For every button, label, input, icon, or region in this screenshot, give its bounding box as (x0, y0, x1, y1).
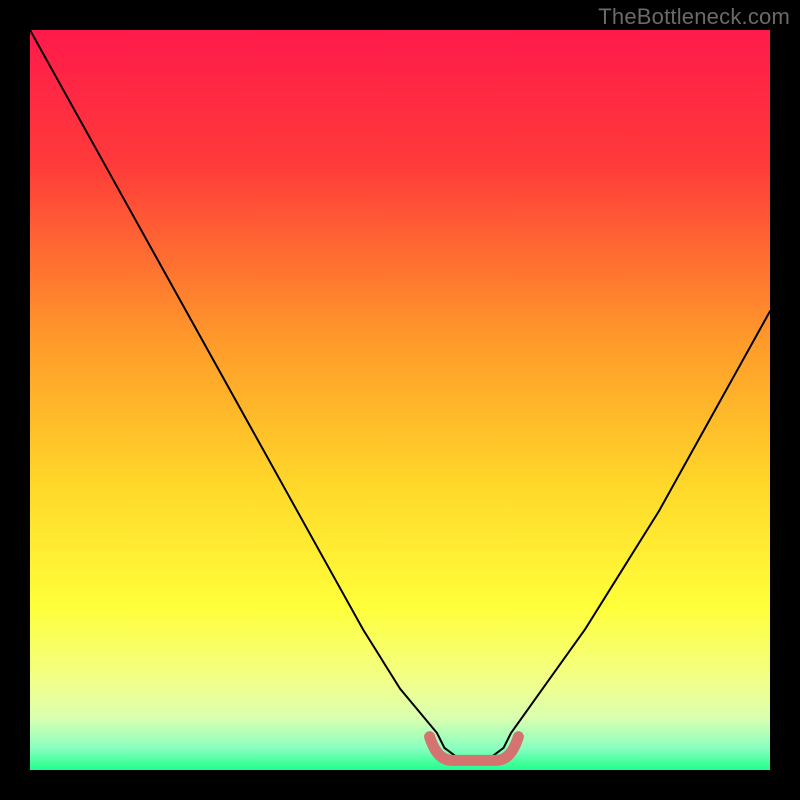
bottleneck-chart (30, 30, 770, 770)
gradient-background (30, 30, 770, 770)
watermark-text: TheBottleneck.com (598, 4, 790, 30)
chart-frame: TheBottleneck.com (0, 0, 800, 800)
